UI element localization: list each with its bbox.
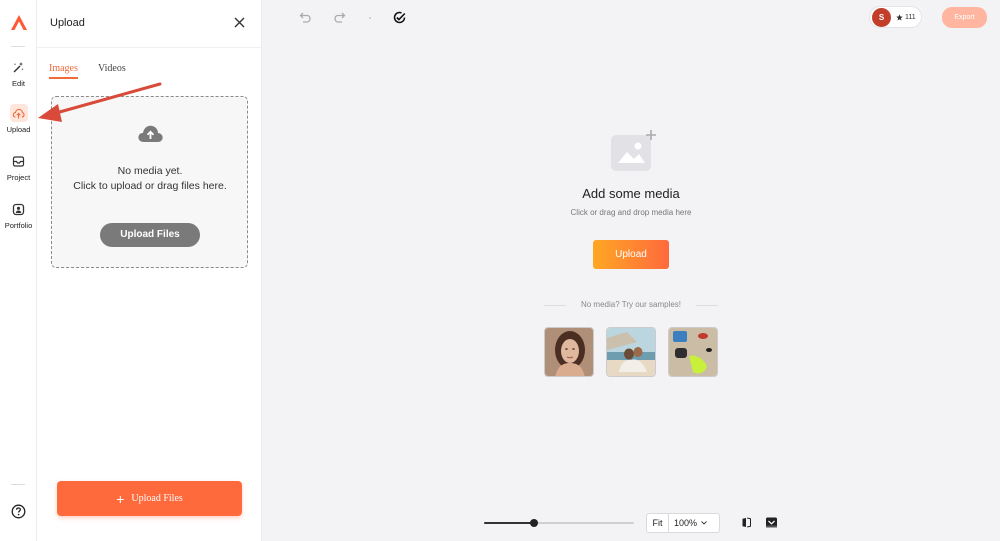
rail-label-project: Project: [6, 173, 31, 182]
rail-divider: [11, 46, 25, 47]
panel-divider: [37, 47, 261, 48]
samples-divider-right: [696, 305, 718, 306]
upload-files-button[interactable]: + Upload Files: [57, 481, 242, 516]
zoom-level-select[interactable]: 100%: [669, 518, 707, 528]
beach-sample-thumbnail: [607, 328, 655, 376]
zoom-slider-handle[interactable]: [529, 519, 538, 527]
rail-divider: [11, 484, 25, 485]
portrait-sample-thumbnail: [545, 328, 593, 376]
rail-label-edit: Edit: [12, 79, 25, 88]
dropzone-line-1: No media yet.: [117, 165, 183, 177]
rail-item-portfolio[interactable]: Portfolio: [0, 200, 37, 230]
samples-label: No media? Try our samples!: [580, 300, 682, 309]
sample-image-portrait[interactable]: [544, 327, 594, 377]
panel-title: Upload: [50, 17, 85, 29]
preview-icon[interactable]: [765, 516, 778, 529]
plus-icon: +: [116, 490, 125, 507]
undo-icon[interactable]: [297, 10, 312, 25]
rail-item-upload[interactable]: Upload: [0, 104, 37, 134]
close-icon[interactable]: [233, 16, 246, 29]
zoom-slider-fill: [484, 522, 534, 524]
canvas-upload-button[interactable]: Upload: [593, 240, 669, 269]
upload-dropzone[interactable]: No media yet. Click to upload or drag fi…: [51, 96, 248, 268]
dropzone-text: No media yet. Click to upload or drag fi…: [70, 164, 230, 194]
dropzone-line-2: Click to upload or drag files here.: [73, 180, 227, 192]
zoom-slider[interactable]: [484, 519, 634, 527]
cloud-upload-icon: [138, 125, 163, 142]
rail-item-edit[interactable]: Edit: [0, 58, 37, 88]
credit-count: 111: [905, 13, 916, 21]
magic-wand-icon: [13, 61, 24, 72]
upload-cloud-icon: [12, 108, 25, 118]
zoom-controls: Fit 100%: [646, 513, 720, 533]
rail-label-upload: Upload: [6, 125, 31, 134]
export-button[interactable]: Export: [942, 7, 987, 28]
chevron-down-icon: [701, 521, 707, 525]
upload-panel: Upload Images Videos No media yet. Click…: [37, 0, 262, 541]
cloud-saved-icon[interactable]: [392, 10, 407, 25]
zoom-level-value: 100%: [674, 518, 698, 528]
sample-image-beach[interactable]: [606, 327, 656, 377]
left-rail: Edit Upload Project Portfolio: [0, 0, 37, 541]
redo-icon[interactable]: [333, 10, 348, 25]
samples-divider-left: [544, 305, 566, 306]
user-account-chip[interactable]: S 111: [869, 6, 922, 28]
empty-state-title: Add some media: [582, 186, 680, 201]
avatar: S: [872, 7, 891, 27]
sample-image-fashion[interactable]: [668, 327, 718, 377]
help-icon[interactable]: [11, 504, 26, 519]
toolbar-separator: [369, 17, 371, 19]
fashion-sample-thumbnail: [669, 328, 717, 376]
compare-icon[interactable]: [740, 516, 753, 529]
project-icon: [12, 155, 25, 167]
empty-state-subtitle: Click or drag and drop media here: [570, 208, 692, 217]
fit-button[interactable]: Fit: [647, 514, 669, 532]
star-icon: [896, 13, 903, 21]
tab-images[interactable]: Images: [49, 63, 78, 79]
tab-videos[interactable]: Videos: [98, 63, 126, 77]
rail-label-portfolio: Portfolio: [4, 221, 33, 230]
dropzone-upload-button[interactable]: Upload Files: [100, 223, 200, 247]
app-logo-icon[interactable]: [9, 13, 29, 33]
rail-item-project[interactable]: Project: [0, 152, 37, 182]
portfolio-icon: [12, 203, 25, 215]
upload-files-label: Upload Files: [131, 493, 183, 504]
add-image-icon: [611, 130, 656, 171]
